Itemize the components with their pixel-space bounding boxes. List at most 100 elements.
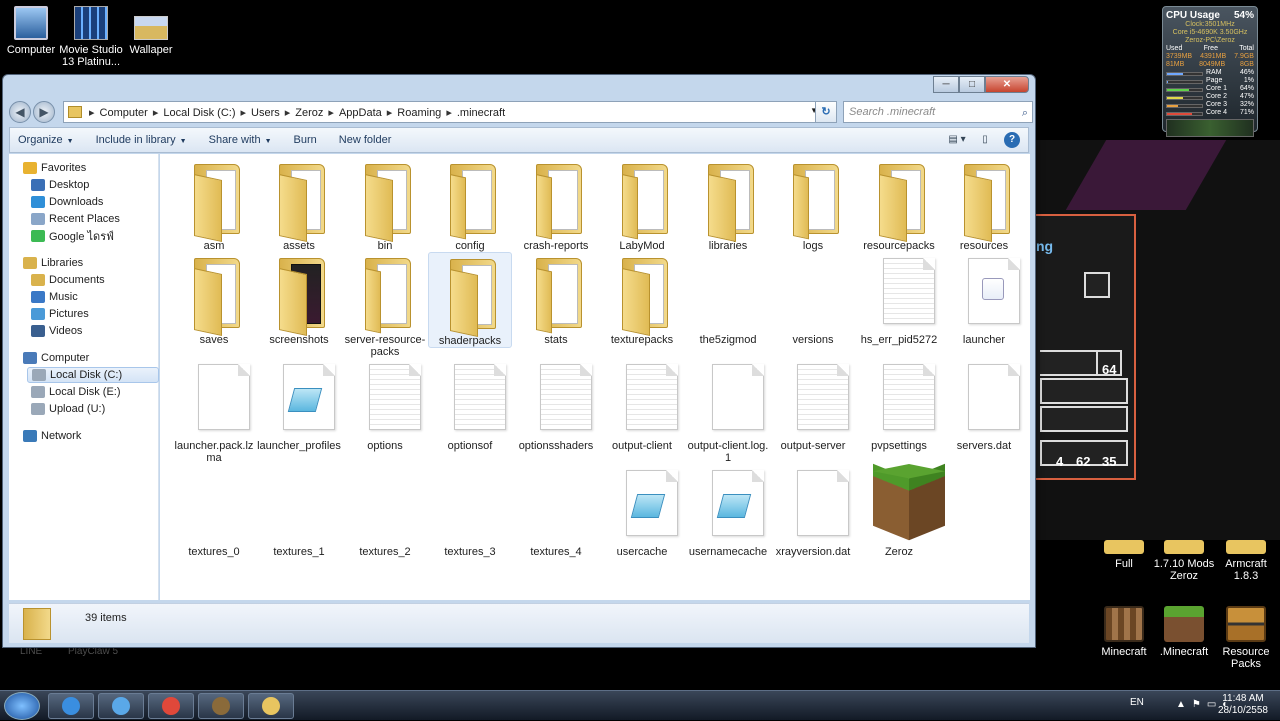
file-item[interactable]: output-client	[600, 358, 684, 452]
file-item[interactable]: asm	[172, 158, 256, 252]
nav-item[interactable]: Upload (U:)	[31, 401, 105, 417]
desktop-icon-minecraft[interactable]: Minecraft	[1092, 606, 1156, 658]
file-item[interactable]: config	[428, 158, 512, 252]
view-options-icon[interactable]: ▤ ▾	[948, 132, 966, 148]
file-item[interactable]: xrayversion.dat	[771, 464, 855, 558]
file-item[interactable]: shaderpacks	[428, 252, 512, 348]
file-item[interactable]: LabyMod	[600, 158, 684, 252]
inventory-slot[interactable]	[1084, 272, 1110, 298]
breadcrumb-item[interactable]: Zeroz	[295, 107, 323, 119]
desktop-icon-full[interactable]: Full	[1092, 540, 1156, 570]
file-item[interactable]: resources	[942, 158, 1026, 252]
preview-pane-icon[interactable]: ▯	[976, 132, 994, 148]
cpu-usage-gadget[interactable]: CPU Usage54% Clock:3501MHz Core i5-4690K…	[1162, 6, 1258, 132]
breadcrumb-item[interactable]: Computer	[100, 107, 148, 119]
desktop-icon-dot-minecraft[interactable]: .Minecraft	[1152, 606, 1216, 658]
minimize-button[interactable]: ─	[933, 76, 959, 93]
taskbar-button[interactable]	[198, 693, 244, 719]
breadcrumb-item[interactable]: Users	[251, 107, 280, 119]
file-item[interactable]: screenshots	[257, 252, 341, 346]
file-item[interactable]: options	[343, 358, 427, 452]
address-bar[interactable]: ▸ Computer ▸ Local Disk (C:) ▸ Users ▸ Zeroz ▸ Ap…	[63, 101, 823, 123]
close-button[interactable]: ✕	[985, 76, 1029, 93]
file-item[interactable]: launcher	[942, 252, 1026, 346]
file-item[interactable]: hs_err_pid5272	[857, 252, 941, 346]
search-input[interactable]: Search .minecraft⌕	[843, 101, 1033, 123]
desktop-icon-wallpaper[interactable]: Wallaper	[116, 6, 186, 56]
back-button[interactable]: ◀	[9, 101, 31, 123]
file-item[interactable]: bin	[343, 158, 427, 252]
file-item[interactable]: optionsshaders	[514, 358, 598, 452]
inventory-slot[interactable]	[1040, 350, 1100, 376]
nav-item[interactable]: Pictures	[31, 306, 89, 322]
nav-item[interactable]: Desktop	[31, 177, 89, 193]
minecraft-game-window[interactable]: ng 64 4 62 35	[1036, 140, 1280, 540]
toolbar-button[interactable]: Organize▼	[18, 134, 74, 146]
file-item[interactable]: usercache	[600, 464, 684, 558]
file-item[interactable]: textures_1	[257, 464, 341, 558]
maximize-button[interactable]: □	[959, 76, 985, 93]
file-item[interactable]: resourcepacks	[857, 158, 941, 252]
chevron-right-icon[interactable]: ▸	[285, 107, 291, 119]
breadcrumb-item[interactable]: .minecraft	[457, 107, 505, 119]
breadcrumb-item[interactable]: Roaming	[397, 107, 441, 119]
desktop-icon-armcraft[interactable]: Armcraft 1.8.3	[1214, 540, 1278, 582]
file-item[interactable]: libraries	[686, 158, 770, 252]
nav-item[interactable]: Videos	[31, 323, 82, 339]
file-item[interactable]: textures_4	[514, 464, 598, 558]
file-item[interactable]: pvpsettings	[857, 358, 941, 452]
file-item[interactable]: output-server	[771, 358, 855, 452]
file-item[interactable]: stats	[514, 252, 598, 346]
file-item[interactable]: textures_3	[428, 464, 512, 558]
chevron-right-icon[interactable]: ▸	[446, 107, 452, 119]
nav-item[interactable]: Computer	[23, 350, 89, 366]
nav-item[interactable]: Local Disk (E:)	[31, 384, 121, 400]
inventory-slot[interactable]	[1040, 406, 1128, 432]
chevron-right-icon[interactable]: ▸	[387, 107, 393, 119]
file-item[interactable]: assets	[257, 158, 341, 252]
nav-item[interactable]: Documents	[31, 272, 105, 288]
breadcrumb-item[interactable]: AppData	[339, 107, 382, 119]
desktop-icon-resource-packs[interactable]: Resource Packs	[1214, 606, 1278, 670]
file-item[interactable]: server-resource-packs	[343, 252, 427, 358]
taskbar-button[interactable]	[98, 693, 144, 719]
toolbar-button[interactable]: Share with▼	[209, 134, 272, 146]
nav-item[interactable]: Network	[23, 428, 81, 444]
file-item[interactable]: texturepacks	[600, 252, 684, 346]
nav-item[interactable]: Libraries	[23, 255, 83, 271]
explorer-window[interactable]: ─ □ ✕ ◀ ▶ ▸ Computer ▸ Local Disk (C:) ▸ User…	[2, 74, 1036, 648]
chevron-right-icon[interactable]: ▸	[328, 107, 334, 119]
breadcrumb-item[interactable]: Local Disk (C:)	[163, 107, 235, 119]
file-item[interactable]: textures_0	[172, 464, 256, 558]
file-item[interactable]: optionsof	[428, 358, 512, 452]
toolbar-button[interactable]: New folder	[339, 134, 392, 146]
nav-item[interactable]: Local Disk (C:)	[27, 367, 159, 383]
help-icon[interactable]: ?	[1004, 132, 1020, 148]
taskbar-button[interactable]	[148, 693, 194, 719]
file-item[interactable]: saves	[172, 252, 256, 346]
file-item[interactable]: launcher_profiles	[257, 358, 341, 452]
file-item[interactable]: usernamecache	[686, 464, 770, 558]
nav-item[interactable]: Recent Places	[31, 211, 120, 227]
file-item[interactable]: versions	[771, 252, 855, 346]
chevron-right-icon[interactable]: ▸	[153, 107, 159, 119]
taskbar-button[interactable]	[248, 693, 294, 719]
forward-button[interactable]: ▶	[33, 101, 55, 123]
nav-item[interactable]: Favorites	[23, 160, 86, 176]
chevron-right-icon[interactable]: ▸	[89, 107, 95, 119]
toolbar-button[interactable]: Burn	[294, 134, 317, 146]
file-item[interactable]: output-client.log.1	[686, 358, 770, 464]
refresh-button[interactable]: ↻	[815, 101, 837, 123]
language-indicator[interactable]: EN	[1130, 697, 1144, 708]
chevron-right-icon[interactable]: ▸	[240, 107, 246, 119]
file-item[interactable]: servers.dat	[942, 358, 1026, 452]
file-item[interactable]: textures_2	[343, 464, 427, 558]
file-item[interactable]: launcher.pack.lzma	[172, 358, 256, 464]
file-item[interactable]: Zeroz	[857, 464, 941, 558]
desktop-icon-mods[interactable]: 1.7.10 Mods Zeroz	[1152, 540, 1216, 582]
nav-item[interactable]: Music	[31, 289, 78, 305]
file-item[interactable]: the5zigmod	[686, 252, 770, 346]
clock[interactable]: 11:48 AM 28/10/2558	[1218, 693, 1268, 717]
file-item[interactable]: logs	[771, 158, 855, 252]
toolbar-button[interactable]: Include in library▼	[96, 134, 187, 146]
